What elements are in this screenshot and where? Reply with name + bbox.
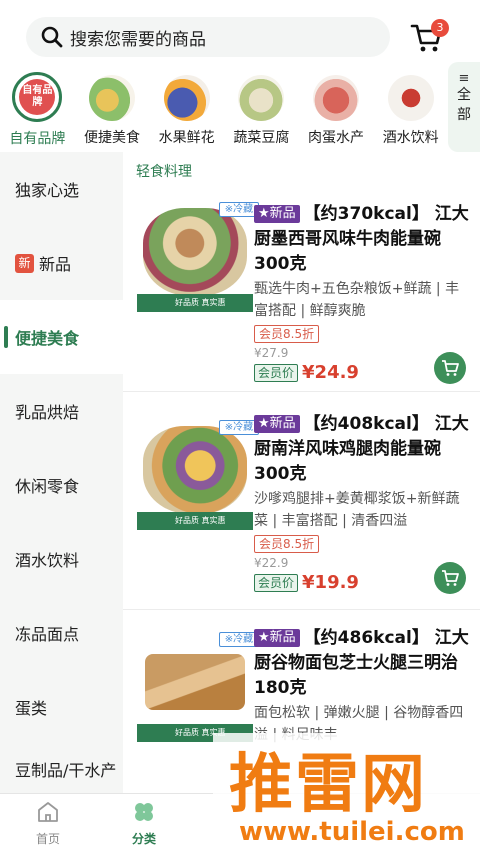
product-card[interactable]: ※冷藏 好品质 真实惠 ★新品 【约370kcal】 江大厨墨西哥风味牛肉能量碗3… — [123, 182, 480, 392]
top-category-label: 酒水饮料 — [382, 130, 439, 146]
new-badge-icon: 新 — [15, 253, 34, 273]
search-bar[interactable]: 搜索您需要的商品 — [26, 17, 390, 57]
top-category-label: 自有品牌 — [9, 131, 66, 147]
sidebar-item-tofu-dried-seafood[interactable]: 豆制品/干水产 — [0, 757, 123, 793]
food-bowl-photo — [143, 208, 247, 296]
member-price: ¥19.9 — [302, 572, 359, 593]
top-category-row: 自有品牌 自有品牌 便捷美食 水果鲜花 蔬菜豆腐 肉蛋水产 酒水饮料 — [0, 70, 448, 150]
top-category-vegetables[interactable]: 蔬菜豆腐 — [224, 70, 299, 150]
food-bowl-image — [89, 75, 135, 121]
sidebar-item-label: 酒水饮料 — [15, 551, 80, 570]
sidebar-item-label: 独家心选 — [15, 181, 80, 200]
member-discount-tag: 会员8.5折 — [254, 535, 320, 553]
product-image[interactable]: ※冷藏 好品质 真实惠 — [135, 412, 259, 530]
sidebar-item-new[interactable]: 新 新品 — [0, 226, 123, 300]
sandwich-photo — [145, 654, 245, 710]
sidebar-item-label: 冻品面点 — [15, 625, 80, 644]
top-category-meat-eggs[interactable]: 肉蛋水产 — [299, 70, 374, 150]
sidebar-item-frozen[interactable]: 冻品面点 — [0, 596, 123, 670]
member-price: ¥24.9 — [302, 362, 359, 383]
own-brand-logo: 自有品牌 — [12, 72, 63, 122]
sidebar-item-snacks[interactable]: 休闲零食 — [0, 448, 123, 522]
member-price-row: 会员价 ¥24.9 — [254, 362, 359, 383]
sidebar-item-drinks[interactable]: 酒水饮料 — [0, 522, 123, 596]
thumb-footer: 好品质 真实惠 — [137, 294, 253, 312]
all-categories-tab[interactable]: ≡ 全 部 — [448, 62, 480, 152]
sidebar-item-label: 蛋类 — [15, 699, 48, 718]
sidebar-item-eggs[interactable]: 蛋类 — [0, 670, 123, 744]
product-title[interactable]: ★新品 【约486kcal】 江大厨谷物面包芝士火腿三明治180克 — [254, 626, 470, 701]
fruit-image — [163, 75, 210, 121]
watermark-url: www.tuilei.com — [239, 817, 465, 847]
nav-home[interactable]: 首页 — [18, 800, 78, 847]
member-price-label: 会员价 — [254, 573, 299, 592]
liquor-bottle-image — [387, 75, 434, 121]
product-list: 轻食料理 ※冷藏 好品质 真实惠 ★新品 【约370kcal】 江大厨墨西哥风味牛… — [123, 152, 480, 793]
top-category-label: 水果鲜花 — [158, 130, 215, 146]
category-sidebar: 独家心选 新 新品 便捷美食 乳品烘焙 休闲零食 酒水饮料 冻品面点 蛋类 豆制… — [0, 152, 123, 793]
original-price: ¥22.9 — [254, 556, 289, 570]
meat-image — [313, 75, 360, 121]
nav-label: 首页 — [35, 832, 60, 846]
thumb-footer: 好品质 真实惠 — [137, 512, 253, 530]
cold-storage-tag: ※冷藏 — [219, 632, 259, 647]
cart-count-badge: 3 — [431, 19, 449, 37]
sidebar-item-label: 便捷美食 — [15, 329, 80, 348]
sidebar-item-label: 豆制品/干水产 — [15, 761, 117, 780]
search-placeholder: 搜索您需要的商品 — [70, 29, 206, 50]
own-brand-logo-text: 自有品牌 — [19, 79, 56, 115]
top-category-fruit-flowers[interactable]: 水果鲜花 — [149, 70, 224, 150]
header: 搜索您需要的商品 3 — [0, 0, 480, 70]
divider — [123, 609, 480, 610]
search-icon — [41, 26, 63, 48]
new-product-tag: ★新品 — [254, 415, 300, 433]
product-card[interactable]: ※冷藏 好品质 真实惠 ★新品 【约408kcal】 江大厨南洋风味鸡腿肉能量碗3… — [123, 400, 480, 610]
app-root: 搜索您需要的商品 3 自有品牌 自有品牌 便捷美食 水果鲜花 蔬菜豆腐 肉蛋水产… — [0, 0, 480, 853]
sidebar-item-label: 休闲零食 — [15, 477, 80, 496]
product-description: 甄选牛肉+五色杂粮饭+鲜蔬 | 丰富搭配 | 鲜醇爽脆 — [254, 281, 460, 319]
cart-icon — [442, 570, 459, 586]
watermark-text: 推雷网 — [229, 748, 427, 822]
product-image[interactable]: ※冷藏 好品质 真实惠 — [135, 624, 259, 742]
nav-label: 分类 — [131, 832, 156, 846]
member-discount-tag: 会员8.5折 — [254, 325, 320, 343]
top-category-own-brand[interactable]: 自有品牌 自有品牌 — [0, 70, 75, 150]
sidebar-item-label: 新品 — [39, 255, 72, 274]
sidebar-item-exclusive[interactable]: 独家心选 — [0, 152, 123, 226]
all-tab-label-2: 部 — [457, 107, 471, 123]
member-price-label: 会员价 — [254, 363, 299, 382]
top-category-drinks[interactable]: 酒水饮料 — [373, 70, 448, 150]
vegetable-image — [238, 75, 285, 121]
top-category-convenient-food[interactable]: 便捷美食 — [75, 70, 150, 150]
cold-storage-tag: ※冷藏 — [219, 420, 259, 435]
category-clover-icon — [135, 803, 153, 821]
add-to-cart-button[interactable] — [434, 352, 466, 384]
menu-icon: ≡ — [458, 71, 470, 86]
sidebar-item-convenient-food[interactable]: 便捷美食 — [0, 300, 123, 374]
top-category-label: 便捷美食 — [84, 130, 140, 146]
sidebar-item-dairy-bakery[interactable]: 乳品烘焙 — [0, 374, 123, 448]
original-price: ¥27.9 — [254, 346, 289, 360]
member-price-row: 会员价 ¥19.9 — [254, 572, 359, 593]
home-icon — [38, 802, 58, 822]
sidebar-item-label: 乳品烘焙 — [15, 403, 80, 422]
product-title[interactable]: ★新品 【约408kcal】 江大厨南洋风味鸡腿肉能量碗300克 — [254, 412, 470, 487]
top-category-label: 肉蛋水产 — [308, 130, 365, 146]
cold-storage-tag: ※冷藏 — [219, 202, 259, 217]
watermark: 推雷网 www.tuilei.com — [213, 733, 480, 853]
new-product-tag: ★新品 — [254, 629, 300, 647]
food-bowl-photo — [143, 426, 247, 514]
cart-icon — [442, 360, 459, 376]
cart-button[interactable]: 3 — [410, 19, 450, 56]
add-to-cart-button[interactable] — [434, 562, 466, 594]
nav-category[interactable]: 分类 — [114, 800, 174, 847]
product-title[interactable]: ★新品 【约370kcal】 江大厨墨西哥风味牛肉能量碗300克 — [254, 202, 470, 277]
product-image[interactable]: ※冷藏 好品质 真实惠 — [135, 194, 259, 312]
product-description: 沙嗲鸡腿排+姜黄椰浆饭+新鲜蔬菜 | 丰富搭配 | 清香四溢 — [254, 491, 460, 529]
all-tab-label-1: 全 — [457, 87, 471, 103]
section-title: 轻食料理 — [136, 164, 192, 180]
new-product-tag: ★新品 — [254, 205, 300, 223]
top-category-label: 蔬菜豆腐 — [233, 130, 290, 146]
divider — [123, 391, 480, 392]
